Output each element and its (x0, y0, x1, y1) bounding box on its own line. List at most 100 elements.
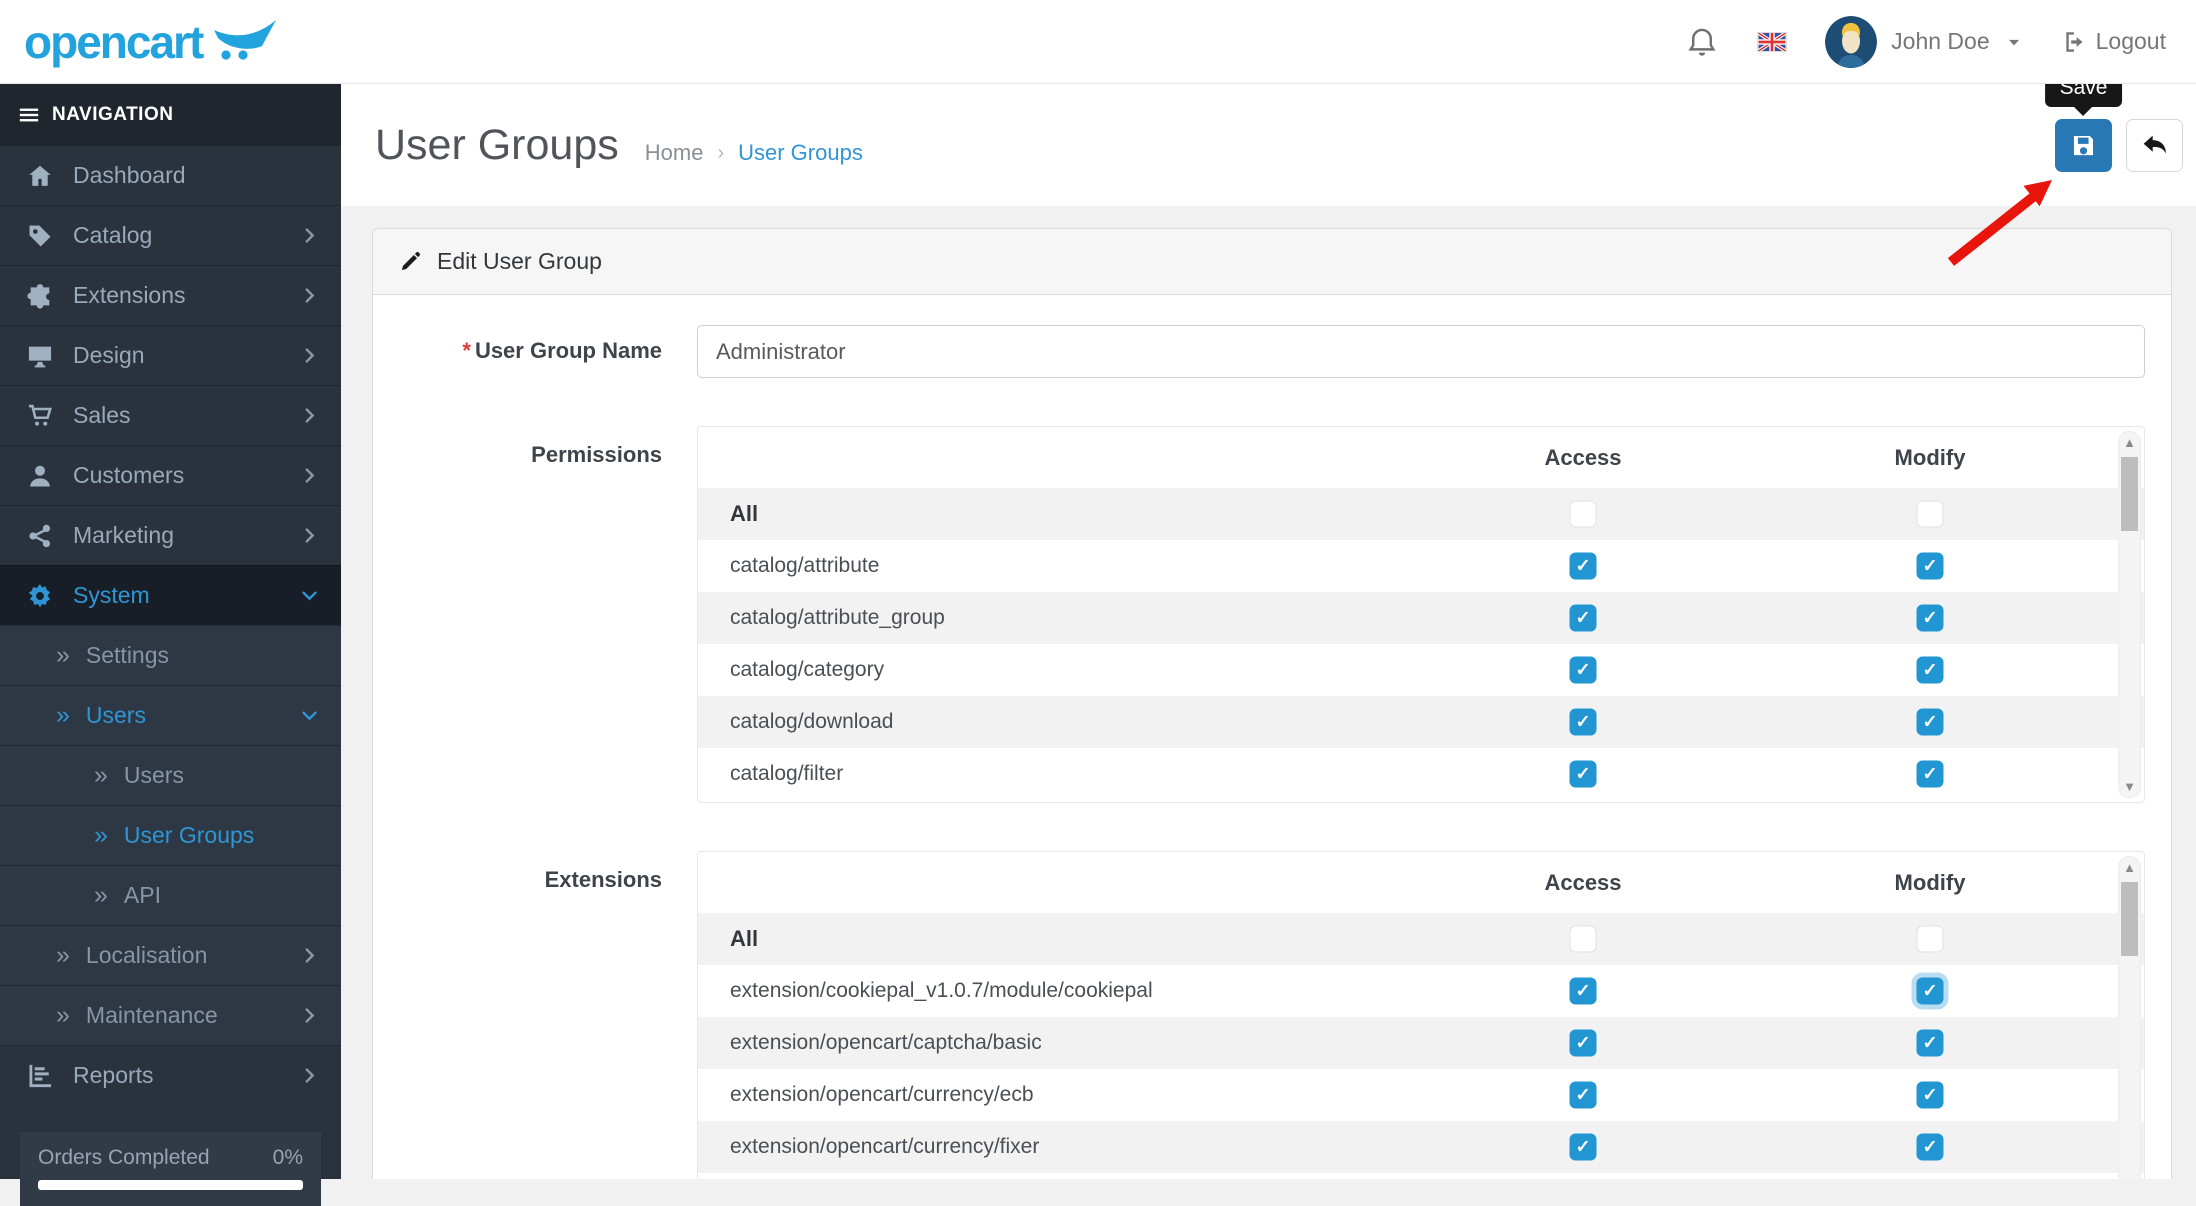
breadcrumb-home-link[interactable]: Home (645, 140, 704, 166)
back-arrow-icon (2140, 131, 2169, 160)
save-button[interactable]: Save (2044, 84, 2123, 172)
breadcrumb: Home › User Groups (645, 140, 863, 166)
permission-name: catalog/category (730, 658, 885, 681)
sidebar-item-label: Design (73, 342, 145, 368)
opencart-logo[interactable]: opencart (24, 15, 278, 69)
sidebar-item-marketing[interactable]: Marketing (0, 505, 341, 565)
modify-checkbox[interactable] (1916, 604, 1944, 632)
sidebar-item-label: Users (85, 702, 146, 728)
avatar (1825, 15, 1878, 68)
table-row: catalog/download (698, 696, 2144, 748)
access-checkbox[interactable] (1569, 925, 1597, 953)
scroll-up-arrow[interactable]: ▲ (2119, 435, 2140, 450)
access-checkbox[interactable] (1569, 1029, 1597, 1057)
modify-column-header: Modify (1894, 444, 1966, 470)
cart-icon (26, 402, 54, 430)
back-button[interactable] (2126, 119, 2183, 172)
vertical-scrollbar[interactable]: ▲▼ (2118, 856, 2141, 1179)
access-checkbox[interactable] (1569, 1081, 1597, 1109)
modify-checkbox[interactable] (1916, 1081, 1944, 1109)
scrollbar-thumb[interactable] (2121, 457, 2138, 531)
permission-name: catalog/download (730, 710, 894, 733)
sidebar-item-system[interactable]: System (0, 565, 341, 625)
sidebar-item-label: System (73, 582, 150, 608)
table-header-row: Access Modify (698, 852, 2144, 913)
breadcrumb-current-link[interactable]: User Groups (738, 140, 863, 166)
access-column-header: Access (1544, 869, 1622, 895)
chart-icon (26, 1062, 54, 1090)
sidebar-item-users[interactable]: » Users (0, 745, 341, 805)
sidebar-item-label: Maintenance (85, 1002, 218, 1028)
chevron-right-icon (300, 946, 319, 965)
caret-down-icon (2004, 32, 2024, 52)
access-checkbox[interactable] (1569, 604, 1597, 632)
navigation-title: NAVIGATION (52, 103, 174, 125)
access-checkbox[interactable] (1569, 656, 1597, 684)
scrollbar-thumb[interactable] (2121, 882, 2138, 956)
vertical-scrollbar[interactable]: ▲▼ (2118, 431, 2141, 798)
sidebar-item-api[interactable]: » API (0, 865, 341, 925)
edit-user-group-panel: Edit User Group *User Group Name Permiss… (372, 228, 2172, 1179)
permission-name: extension/opencart/currency/ecb (730, 1083, 1034, 1106)
user-menu[interactable]: John Doe (1825, 15, 2024, 68)
language-flag-icon[interactable] (1757, 31, 1788, 52)
sidebar-item-user-groups[interactable]: » User Groups (0, 805, 341, 865)
sidebar-item-settings[interactable]: » Settings (0, 625, 341, 685)
scroll-up-arrow[interactable]: ▲ (2119, 860, 2140, 875)
modify-checkbox[interactable] (1916, 1029, 1944, 1057)
modify-checkbox[interactable] (1916, 925, 1944, 953)
main-content: User Groups Home › User Groups Save Edit… (341, 84, 2196, 1179)
sidebar-item-reports[interactable]: Reports (0, 1045, 341, 1105)
access-checkbox[interactable] (1569, 977, 1597, 1005)
table-row: All (698, 913, 2144, 965)
sidebar-item-maintenance[interactable]: » Maintenance (0, 985, 341, 1045)
modify-checkbox[interactable] (1916, 500, 1944, 528)
sidebar-item-customers[interactable]: Customers (0, 445, 341, 505)
extensions-table: Access Modify All extension/cookiepal_v1.0.… (697, 851, 2145, 1179)
modify-checkbox[interactable] (1916, 1133, 1944, 1161)
sidebar-item-localisation[interactable]: » Localisation (0, 925, 341, 985)
submenu-bullet-icon: » (94, 881, 108, 909)
sidebar-item-catalog[interactable]: Catalog (0, 205, 341, 265)
sidebar-item-design[interactable]: Design (0, 325, 341, 385)
table-row: extension/opencart/currency/fixer (698, 1121, 2144, 1173)
required-asterisk: * (462, 338, 471, 363)
sidebar-item-sales[interactable]: Sales (0, 385, 341, 445)
submenu-bullet-icon: » (94, 761, 108, 789)
scroll-down-arrow[interactable]: ▼ (2119, 779, 2140, 794)
modify-checkbox[interactable] (1916, 708, 1944, 736)
access-checkbox[interactable] (1569, 708, 1597, 736)
top-header: opencart John Doe Logout (0, 0, 2196, 84)
sidebar-item-label: Users (123, 762, 184, 788)
panel-header: Edit User Group (373, 229, 2171, 295)
access-checkbox[interactable] (1569, 1133, 1597, 1161)
access-checkbox[interactable] (1569, 552, 1597, 580)
permission-name: catalog/attribute (730, 554, 880, 577)
modify-checkbox[interactable] (1916, 977, 1944, 1005)
user-group-name-input[interactable] (697, 325, 2145, 378)
access-checkbox[interactable] (1569, 500, 1597, 528)
page-title: User Groups (375, 120, 619, 169)
modify-checkbox[interactable] (1916, 656, 1944, 684)
notifications-bell-icon[interactable] (1685, 25, 1719, 59)
access-checkbox[interactable] (1569, 760, 1597, 788)
sidebar-item-label: Sales (73, 402, 131, 428)
logo-text: opencart (24, 15, 204, 68)
modify-checkbox[interactable] (1916, 552, 1944, 580)
chevron-down-icon (300, 706, 319, 725)
logout-button[interactable]: Logout (2062, 28, 2166, 55)
table-row: catalog/category (698, 644, 2144, 696)
header-right: John Doe Logout (1685, 15, 2166, 68)
sidebar-item-label: Extensions (73, 282, 186, 308)
permission-name: catalog/attribute_group (730, 606, 945, 629)
save-tooltip: Save (2044, 84, 2123, 107)
sidebar-item-users[interactable]: » Users (0, 685, 341, 745)
share-icon (26, 522, 54, 550)
user-icon (26, 462, 54, 490)
sidebar-item-extensions[interactable]: Extensions (0, 265, 341, 325)
chevron-right-icon (300, 286, 319, 305)
sidebar-item-dashboard[interactable]: Dashboard (0, 145, 341, 205)
modify-checkbox[interactable] (1916, 760, 1944, 788)
permission-name: extension/opencart/currency/fixer (730, 1135, 1040, 1158)
sidebar-item-label: User Groups (123, 822, 255, 848)
